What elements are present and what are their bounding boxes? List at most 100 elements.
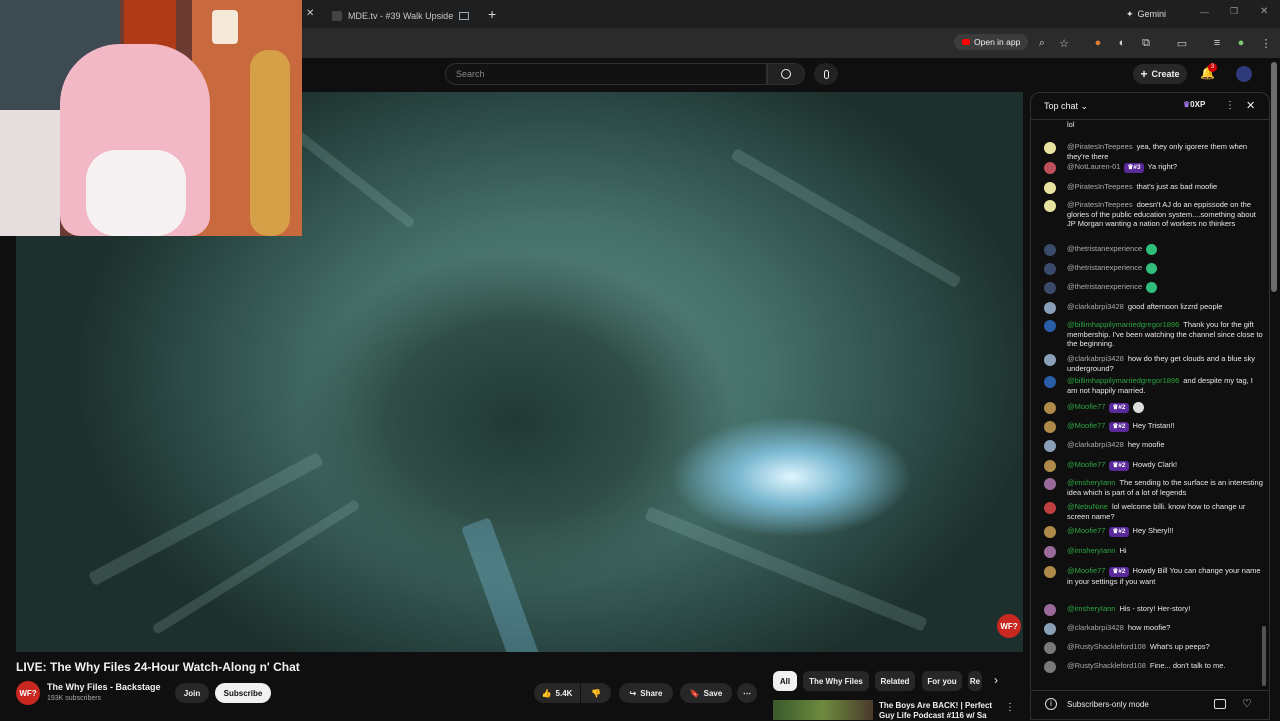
chat-author[interactable]: @imsheryIann — [1067, 546, 1115, 555]
extension-icon[interactable]: ● — [1090, 35, 1106, 51]
chat-author[interactable]: @clarkabrpi3428 — [1067, 623, 1124, 632]
chat-avatar[interactable] — [1044, 566, 1056, 578]
recommended-thumbnail[interactable] — [773, 700, 873, 720]
dislike-button[interactable]: 👎 — [581, 683, 611, 703]
chat-avatar[interactable] — [1044, 402, 1056, 414]
webcam-overlay — [0, 0, 302, 236]
browser-tab[interactable]: MDE.tv - #39 Walk Upside — [332, 4, 472, 28]
open-in-app-button[interactable]: Open in app — [954, 34, 1029, 50]
chat-author[interactable]: @clarkabrpi3428 — [1067, 440, 1124, 449]
chat-avatar[interactable] — [1044, 478, 1056, 490]
chat-avatar[interactable] — [1044, 440, 1056, 452]
chat-avatar[interactable] — [1044, 546, 1056, 558]
extensions-puzzle-icon[interactable]: ⧉ — [1138, 35, 1154, 51]
heart-icon[interactable]: ♡ — [1242, 697, 1252, 710]
xp-badge[interactable]: ♛0XP — [1183, 100, 1205, 109]
more-actions-icon[interactable]: ⋯ — [737, 683, 757, 703]
chat-avatar[interactable] — [1044, 263, 1056, 275]
window-close-icon[interactable]: ✕ — [1260, 6, 1268, 17]
chat-avatar[interactable] — [1044, 142, 1056, 154]
chat-avatar[interactable] — [1044, 623, 1056, 635]
chat-author[interactable]: @billimhappilymarriedgregor1896 — [1067, 376, 1179, 385]
search-input[interactable]: Search — [445, 63, 767, 85]
restore-icon[interactable]: ❐ — [1230, 6, 1238, 17]
chat-avatar[interactable] — [1044, 661, 1056, 673]
share-button[interactable]: ↪ Share — [619, 683, 673, 703]
chat-author[interactable]: @clarkabrpi3428 — [1067, 302, 1124, 311]
channel-name[interactable]: The Why Files - Backstage — [47, 682, 161, 692]
chip-related[interactable]: Related — [875, 671, 915, 691]
chat-author[interactable]: @thetristanexperience — [1067, 244, 1142, 253]
chat-author[interactable]: @Moofie77 — [1067, 566, 1105, 575]
chat-author[interactable]: @PiratesInTeepees — [1067, 182, 1133, 191]
chat-avatar[interactable] — [1044, 244, 1056, 256]
subscribe-button[interactable]: Subscribe — [215, 683, 271, 703]
zoom-icon[interactable]: ⌕ — [1034, 35, 1050, 51]
browser-menu-icon[interactable]: ⋮ — [1258, 35, 1274, 51]
new-tab-icon[interactable]: + — [488, 6, 496, 22]
chat-author[interactable]: @thetristanexperience — [1067, 263, 1142, 272]
chat-scrollbar[interactable] — [1262, 626, 1266, 686]
recommended-menu-icon[interactable]: ⋮ — [1005, 702, 1015, 713]
save-button[interactable]: 🔖 Save — [680, 683, 732, 703]
like-button[interactable]: 👍 5.4K — [534, 683, 580, 703]
chat-avatar[interactable] — [1044, 282, 1056, 294]
profile-icon[interactable]: ● — [1233, 35, 1249, 51]
chat-author[interactable]: @Moofie77 — [1067, 421, 1105, 430]
chat-author[interactable]: @Moofie77 — [1067, 402, 1105, 411]
create-button[interactable]: + Create — [1133, 64, 1187, 84]
chat-author[interactable]: @NotLauren-01 — [1067, 162, 1120, 171]
chat-avatar[interactable] — [1044, 421, 1056, 433]
chat-avatar[interactable] — [1044, 354, 1056, 366]
chat-author[interactable]: @Moofie77 — [1067, 460, 1105, 469]
chip-for-you[interactable]: For you — [922, 671, 962, 691]
chat-avatar[interactable] — [1044, 604, 1056, 616]
chat-author[interactable]: @Moofie77 — [1067, 526, 1105, 535]
info-icon[interactable]: i — [1045, 698, 1057, 710]
extension-icon[interactable]: ◐ — [1114, 35, 1130, 51]
chat-avatar[interactable] — [1044, 162, 1056, 174]
channel-watermark[interactable]: WF? — [997, 614, 1021, 638]
chat-avatar[interactable] — [1044, 502, 1056, 514]
account-avatar[interactable] — [1236, 66, 1252, 82]
chevron-right-icon[interactable]: › — [994, 673, 998, 687]
chat-author[interactable]: @thetristanexperience — [1067, 282, 1142, 291]
chip-more[interactable]: Re — [968, 671, 982, 691]
close-chat-icon[interactable]: ✕ — [1246, 99, 1255, 112]
chat-avatar[interactable] — [1044, 460, 1056, 472]
bookmark-star-icon[interactable]: ☆ — [1056, 35, 1072, 51]
super-chat-icon[interactable] — [1214, 699, 1226, 709]
chat-author[interactable]: @NebuNine — [1067, 502, 1108, 511]
chat-avatar[interactable] — [1044, 200, 1056, 212]
chat-author[interactable]: @billimhappilymarriedgregor1896 — [1067, 320, 1179, 329]
chat-author[interactable]: @imsheryIann — [1067, 604, 1115, 613]
chat-avatar[interactable] — [1044, 376, 1056, 388]
media-icon[interactable]: ≡ — [1209, 35, 1225, 51]
chat-mode-dropdown[interactable]: Top chat ⌄ — [1044, 101, 1088, 112]
chat-author[interactable]: @PiratesInTeepees — [1067, 200, 1133, 209]
chip-all[interactable]: All — [773, 671, 797, 691]
chat-author[interactable]: @clarkabrpi3428 — [1067, 354, 1124, 363]
chat-menu-icon[interactable]: ⋮ — [1225, 100, 1235, 111]
chat-author[interactable]: @PiratesInTeepees — [1067, 142, 1133, 151]
chat-avatar[interactable] — [1044, 182, 1056, 194]
minimize-icon[interactable]: — — [1200, 7, 1209, 17]
voice-search-button[interactable] — [814, 63, 838, 85]
chat-author[interactable]: @RustyShackleford108 — [1067, 642, 1146, 651]
gemini-button[interactable]: ✦ Gemini — [1120, 6, 1172, 22]
chat-avatar[interactable] — [1044, 642, 1056, 654]
chip-the-why-files[interactable]: The Why Files — [803, 671, 869, 691]
chat-avatar[interactable] — [1044, 120, 1056, 132]
sidebar-icon[interactable]: ▭ — [1174, 35, 1190, 51]
chat-avatar[interactable] — [1044, 320, 1056, 332]
page-scrollbar[interactable] — [1271, 62, 1277, 292]
chat-author[interactable]: @RustyShackleford108 — [1067, 661, 1146, 670]
chat-author[interactable]: @imsheryIann — [1067, 478, 1115, 487]
search-button[interactable] — [767, 63, 805, 85]
channel-avatar[interactable]: WF? — [16, 681, 40, 705]
join-button[interactable]: Join — [175, 683, 209, 703]
recommended-title[interactable]: The Boys Are BACK! | Perfect Guy Life Po… — [879, 701, 994, 721]
chat-avatar[interactable] — [1044, 302, 1056, 314]
close-tab-icon[interactable]: ✕ — [306, 8, 314, 19]
chat-avatar[interactable] — [1044, 526, 1056, 538]
